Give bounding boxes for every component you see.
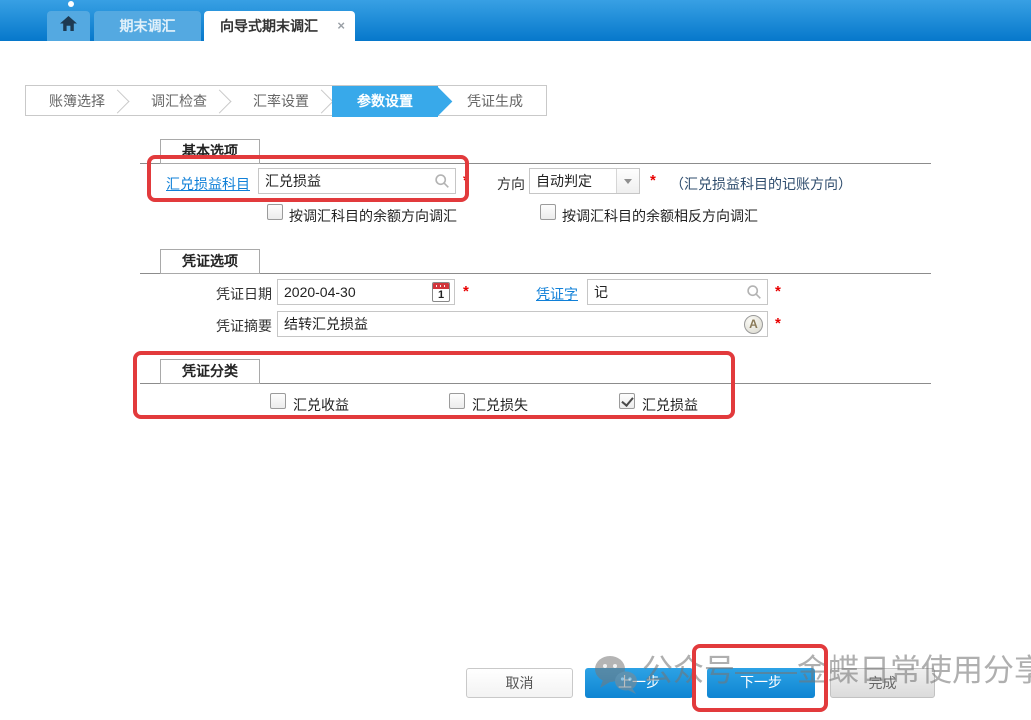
wizard-steps-bar: 账簿选择 调汇检查 汇率设置 参数设置 凭证生成 [25,85,547,116]
checkbox-balance-opposite-direction[interactable] [540,204,556,220]
calendar-icon[interactable]: 1 [432,282,450,302]
checkbox-balance-direction[interactable] [267,204,283,220]
search-icon[interactable] [746,284,762,305]
page: 期末调汇 向导式期末调汇 × 账簿选择 调汇检查 汇率设置 参数设置 凭证生成 … [0,0,1031,720]
checkbox-balance-direction-label: 按调汇科目的余额方向调汇 [289,206,457,226]
required-mark: * [775,283,781,300]
tab-period-end-adjustment[interactable]: 期末调汇 [94,11,201,41]
previous-step-button[interactable]: 上一步 [585,668,693,698]
close-icon[interactable]: × [337,11,345,41]
chevron-down-icon [624,179,632,184]
voucher-word-input[interactable]: 记 [587,279,768,305]
wizard-step-parameter-setting[interactable]: 参数设置 [332,86,438,117]
required-mark: * [463,283,469,300]
required-mark: * [650,172,656,189]
tab-wizard-period-end-adjustment[interactable]: 向导式期末调汇 × [204,11,355,41]
voucher-date-value: 2020-04-30 [284,280,356,304]
voucher-summary-input[interactable]: 结转汇兑损益 A [277,311,768,337]
section-title-voucher-options: 凭证选项 [160,249,260,274]
voucher-date-label: 凭证日期 [160,284,272,304]
direction-dropdown[interactable]: 自动判定 [529,168,640,194]
abbreviation-picker-icon[interactable]: A [744,315,763,334]
tab-home[interactable] [47,11,90,41]
voucher-word-value: 记 [594,280,608,304]
calendar-icon-day: 1 [433,289,449,302]
direction-note: （汇兑损益科目的记账方向） [670,174,852,194]
dropdown-button[interactable] [616,169,639,193]
wizard-step-voucher-generation[interactable]: 凭证生成 [444,86,546,117]
required-mark: * [775,315,781,332]
checkbox-balance-opposite-direction-label: 按调汇科目的余额相反方向调汇 [562,206,758,226]
annotation-box-account-field [147,155,469,202]
voucher-word-link[interactable]: 凭证字 [536,284,578,304]
logo-dot [68,1,74,7]
tab-label: 向导式期末调汇 [220,11,318,41]
annotation-box-next-button [692,644,828,712]
direction-value: 自动判定 [536,169,592,193]
annotation-box-voucher-category [133,351,735,419]
home-icon [60,16,77,36]
voucher-date-input[interactable]: 2020-04-30 1 [277,279,455,305]
cancel-button[interactable]: 取消 [466,668,573,698]
voucher-summary-value: 结转汇兑损益 [284,312,368,336]
top-navigation-bar: 期末调汇 向导式期末调汇 × [0,0,1031,41]
voucher-summary-label: 凭证摘要 [160,316,272,336]
direction-label: 方向 [497,174,525,194]
finish-button[interactable]: 完成 [830,668,935,698]
